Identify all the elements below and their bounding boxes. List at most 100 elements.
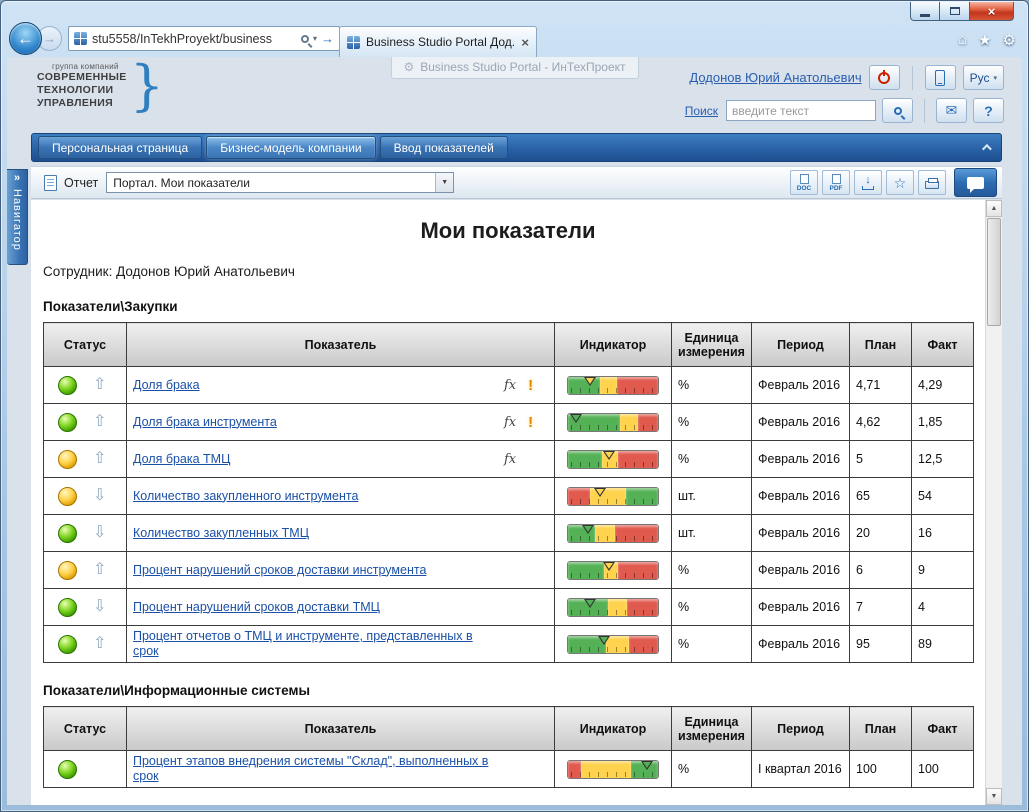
logo-subtitle: группа компаний bbox=[52, 62, 127, 71]
minimize-button[interactable] bbox=[910, 2, 940, 21]
search-input[interactable] bbox=[726, 100, 876, 121]
browser-tab[interactable]: Business Studio Portal Дод... × bbox=[339, 26, 537, 57]
language-label: Рус bbox=[970, 71, 990, 85]
mobile-version-button[interactable] bbox=[925, 65, 956, 90]
vertical-scrollbar[interactable]: ▲ ▼ bbox=[985, 200, 1002, 805]
doc-page-icon bbox=[800, 174, 809, 184]
language-button[interactable]: Рус ▾ bbox=[963, 65, 1004, 90]
gauge-cell bbox=[555, 478, 672, 515]
table-row: ⇧Доля бракаfx!%Февраль 20164,714,29 bbox=[44, 367, 974, 404]
search-link[interactable]: Поиск bbox=[685, 104, 718, 118]
report-select[interactable]: Портал. Мои показатели ▼ bbox=[106, 172, 454, 193]
plan-cell: 100 bbox=[850, 751, 912, 788]
nav-tab-business-model[interactable]: Бизнес-модель компании bbox=[206, 136, 375, 159]
table-row: ⇧Процент нарушений сроков доставки инстр… bbox=[44, 552, 974, 589]
nav-tab-indicators-input[interactable]: Ввод показателей bbox=[380, 136, 508, 159]
marker-fill bbox=[572, 415, 580, 421]
gauge-ticks bbox=[571, 573, 655, 578]
address-search-icon[interactable] bbox=[301, 35, 309, 43]
navigator-side-tab[interactable]: » Навигатор bbox=[7, 169, 28, 265]
indicator-link[interactable]: Доля брака ТМЦ bbox=[133, 452, 496, 467]
indicator-link[interactable]: Процент отчетов о ТМЦ и инструменте, пре… bbox=[133, 629, 496, 659]
report-toolbar: Отчет Портал. Мои показатели ▼ DOC PDF ↓… bbox=[31, 166, 1002, 199]
name-wrap: Количество закупленного инструмента bbox=[133, 489, 548, 504]
mail-button[interactable]: ✉ bbox=[936, 98, 967, 123]
name-wrap: Процент отчетов о ТМЦ и инструменте, пре… bbox=[133, 629, 548, 659]
status-cell: ⇧ bbox=[44, 626, 127, 663]
fact-cell: 89 bbox=[912, 626, 974, 663]
plan-cell: 5 bbox=[850, 441, 912, 478]
indicator-link[interactable]: Доля брака инструмента bbox=[133, 415, 496, 430]
name-cell: Процент нарушений сроков доставки ТМЦ bbox=[127, 589, 555, 626]
favorite-report-button[interactable]: ☆ bbox=[886, 170, 914, 195]
maximize-button[interactable] bbox=[940, 2, 970, 21]
plan-cell: 7 bbox=[850, 589, 912, 626]
go-refresh-icon[interactable]: → bbox=[321, 31, 334, 46]
home-icon[interactable]: ⌂ bbox=[958, 31, 967, 49]
gauge-ticks bbox=[571, 536, 655, 541]
logo-line: СОВРЕМЕННЫЕ bbox=[37, 71, 127, 84]
logo-text: группа компаний СОВРЕМЕННЫЕ ТЕХНОЛОГИИ У… bbox=[37, 62, 127, 110]
tools-gear-icon[interactable]: ⚙ bbox=[1003, 31, 1016, 49]
name-wrap: Процент этапов внедрения системы "Склад"… bbox=[133, 754, 548, 784]
export-doc-button[interactable]: DOC bbox=[790, 170, 818, 195]
gauge-cell bbox=[555, 552, 672, 589]
address-bar[interactable]: stu5558/InTekhProyekt/business ▾ → bbox=[68, 26, 340, 51]
close-window-button[interactable]: × bbox=[970, 2, 1014, 21]
back-button[interactable]: ← bbox=[9, 22, 42, 55]
expand-navigator-icon[interactable]: » bbox=[14, 172, 20, 184]
help-button[interactable]: ? bbox=[973, 98, 1004, 123]
feedback-button[interactable] bbox=[954, 168, 997, 197]
scroll-up-icon[interactable]: ▲ bbox=[986, 200, 1002, 217]
table-row: ⇧Доля брака ТМЦfx%Февраль 2016512,5 bbox=[44, 441, 974, 478]
tab-close-icon[interactable]: × bbox=[521, 35, 529, 50]
power-icon bbox=[878, 72, 890, 84]
back-icon: ← bbox=[17, 29, 34, 49]
indicator-gauge bbox=[567, 561, 659, 580]
unit-cell: % bbox=[672, 626, 752, 663]
search-button[interactable] bbox=[882, 98, 913, 123]
status-yellow-icon bbox=[58, 561, 77, 580]
close-icon: × bbox=[988, 4, 996, 19]
scroll-down-icon[interactable]: ▼ bbox=[986, 788, 1002, 805]
address-dropdown-icon[interactable]: ▾ bbox=[313, 34, 317, 43]
export-pdf-button[interactable]: PDF bbox=[822, 170, 850, 195]
print-button[interactable] bbox=[918, 170, 946, 195]
trend-up-icon: ⇧ bbox=[93, 414, 106, 430]
indicator-link[interactable]: Процент нарушений сроков доставки инстру… bbox=[133, 563, 496, 578]
star-icon: ☆ bbox=[894, 176, 907, 190]
collapse-menu-icon[interactable] bbox=[982, 144, 989, 151]
gauge-cell bbox=[555, 367, 672, 404]
status-cell: ⇩ bbox=[44, 589, 127, 626]
period-cell: Февраль 2016 bbox=[752, 478, 850, 515]
status-yellow-icon bbox=[58, 450, 77, 469]
status-wrap: ⇧ bbox=[50, 413, 120, 432]
logout-button[interactable] bbox=[869, 65, 900, 90]
browser-nav-row: ← → stu5558/InTekhProyekt/business ▾ → bbox=[9, 22, 340, 55]
favorites-icon[interactable]: ★ bbox=[978, 31, 991, 49]
select-dropdown-icon[interactable]: ▼ bbox=[435, 173, 453, 192]
indicator-link[interactable]: Доля брака bbox=[133, 378, 496, 393]
page-title: Мои показатели bbox=[41, 218, 975, 244]
nav-tab-personal-page[interactable]: Персональная страница bbox=[38, 136, 202, 159]
unit-cell: % bbox=[672, 404, 752, 441]
indicator-gauge bbox=[567, 760, 659, 779]
indicator-link[interactable]: Процент нарушений сроков доставки ТМЦ bbox=[133, 600, 496, 615]
user-profile-link[interactable]: Додонов Юрий Анатольевич bbox=[689, 70, 861, 85]
indicator-gauge bbox=[567, 524, 659, 543]
minimize-icon bbox=[920, 14, 930, 17]
trend-down-icon: ⇩ bbox=[93, 488, 106, 504]
trend-up-icon: ⇧ bbox=[93, 636, 106, 652]
indicator-link[interactable]: Количество закупленного инструмента bbox=[133, 489, 496, 504]
trend-up-icon: ⇧ bbox=[93, 451, 106, 467]
status-wrap: ⇧ bbox=[50, 450, 120, 469]
fact-cell: 16 bbox=[912, 515, 974, 552]
indicator-link[interactable]: Количество закупленных ТМЦ bbox=[133, 526, 496, 541]
save-export-button[interactable]: ↓ bbox=[854, 170, 882, 195]
marker-fill bbox=[605, 452, 613, 458]
logo-brace: } bbox=[130, 64, 164, 108]
search-icon bbox=[894, 107, 902, 115]
scrollbar-thumb[interactable] bbox=[987, 218, 1001, 326]
indicator-link[interactable]: Процент этапов внедрения системы "Склад"… bbox=[133, 754, 496, 784]
column-header: Период bbox=[752, 323, 850, 367]
